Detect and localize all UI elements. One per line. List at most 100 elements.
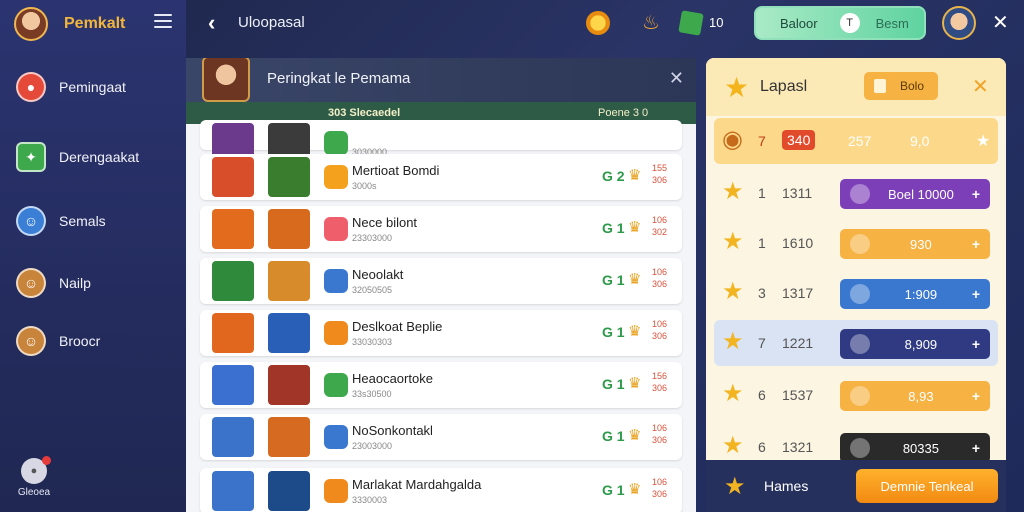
player-rank: G 1 bbox=[602, 220, 625, 236]
menu-icon[interactable] bbox=[154, 14, 172, 28]
notification-badge[interactable]: ● Gleoea bbox=[16, 456, 52, 498]
gem-count: 10 bbox=[709, 15, 724, 30]
game-icon bbox=[324, 479, 348, 503]
rewards-tab-label: Bolo bbox=[900, 79, 925, 93]
reward-pill[interactable]: 930 + bbox=[840, 229, 990, 259]
player-rank: G 1 bbox=[602, 482, 625, 498]
reward-row: ★ 1 1610 930 + bbox=[714, 220, 998, 266]
player-subtext: 3330003 bbox=[352, 495, 388, 505]
close-icon[interactable]: ✕ bbox=[669, 68, 684, 89]
sidebar-item-nailp[interactable]: ☺ Nailp bbox=[16, 268, 91, 298]
claim-button[interactable]: Demnie Tenkeal bbox=[856, 469, 998, 503]
leaderboard-row[interactable]: Mertioat Bomdi 3000s G 2 ♛ 155 306 bbox=[200, 154, 682, 200]
leaderboard-row[interactable]: Nece bilont 23303000 G 1 ♛ 106 302 bbox=[200, 206, 682, 252]
player-rank: G 2 bbox=[602, 168, 625, 184]
sidebar-item-label: Derengaakat bbox=[59, 149, 140, 165]
reward-pill[interactable]: 1:909 + bbox=[840, 279, 990, 309]
reward-score: 1317 bbox=[782, 285, 814, 301]
reward-label: 1:909 bbox=[904, 286, 938, 302]
plus-icon[interactable]: + bbox=[972, 286, 980, 302]
leaderboard-row[interactable]: Marlakat Mardahgalda 3330003 G 1 ♛ 106 306 bbox=[200, 468, 682, 512]
home-link[interactable]: Hames bbox=[764, 478, 808, 494]
character-avatar bbox=[268, 417, 310, 457]
reward-pill[interactable]: Boel 10000 + bbox=[840, 179, 990, 209]
points-bottom: 306 bbox=[652, 489, 668, 499]
reward-row: ★ 3 1317 1:909 + bbox=[714, 270, 998, 316]
points-bottom: 306 bbox=[652, 383, 668, 393]
sidebar-item-label: Broocr bbox=[59, 333, 101, 349]
coin-icon[interactable] bbox=[586, 11, 610, 35]
rewards-header: ★ Lapasl Bolo ✕ bbox=[706, 58, 1006, 116]
mode-toggle[interactable]: Baloor T Besm bbox=[754, 6, 926, 40]
reward-rank: 7 bbox=[758, 133, 766, 149]
plus-icon[interactable]: + bbox=[972, 388, 980, 404]
add-icon[interactable]: ★ bbox=[976, 131, 990, 151]
crown-icon: ♛ bbox=[628, 323, 642, 340]
reward-pill[interactable]: 8,909 + bbox=[840, 329, 990, 359]
back-arrow-icon[interactable]: ‹ bbox=[208, 10, 215, 36]
player-subtext: 23303000 bbox=[352, 233, 393, 243]
player-points: 106 302 bbox=[652, 214, 667, 238]
reward-score: 1311 bbox=[782, 185, 813, 201]
plus-icon[interactable]: + bbox=[972, 236, 980, 252]
page-title: Uloopasal bbox=[238, 14, 305, 31]
leaderboard-row[interactable]: 3030000 bbox=[200, 120, 682, 163]
player-rank: G 1 bbox=[602, 324, 625, 340]
crown-icon: ♛ bbox=[628, 481, 642, 498]
leaf-icon: ✦ bbox=[16, 142, 46, 172]
plus-icon[interactable]: + bbox=[972, 186, 980, 202]
leaderboard-row[interactable]: Neoolakt 32050505 G 1 ♛ 106 306 bbox=[200, 258, 682, 304]
player-avatar bbox=[212, 157, 254, 197]
star-icon: ★ bbox=[722, 432, 744, 459]
sidebar-item-pemingaat[interactable]: ● Pemingaat bbox=[16, 72, 126, 102]
crown-icon: ♛ bbox=[628, 167, 642, 184]
player-name: Deslkoat Beplie bbox=[352, 319, 443, 334]
rewards-title: Lapasl bbox=[760, 78, 808, 95]
points-top: 106 bbox=[652, 423, 668, 433]
reward-pill[interactable]: 80335 + bbox=[840, 433, 990, 463]
rewards-tab[interactable]: Bolo bbox=[864, 72, 938, 100]
flame-icon[interactable]: ♨ bbox=[642, 10, 664, 34]
close-icon[interactable]: ✕ bbox=[972, 74, 989, 99]
profile-avatar[interactable] bbox=[942, 6, 976, 40]
reward-row: ★ 6 1537 8,93 + bbox=[714, 372, 998, 418]
reward-score: 1610 bbox=[782, 235, 814, 251]
player-subtext: 33s30500 bbox=[352, 389, 392, 399]
reward-value: 9,0 bbox=[910, 133, 930, 149]
medal-icon: ◉ bbox=[722, 126, 743, 153]
player-avatar bbox=[212, 365, 254, 405]
character-avatar bbox=[268, 157, 310, 197]
reward-label: 8,93 bbox=[908, 388, 934, 404]
close-icon[interactable]: ✕ bbox=[992, 10, 1009, 35]
leaderboard-row[interactable]: NoSonkontakl 23003000 G 1 ♛ 106 306 bbox=[200, 414, 682, 460]
rewards-panel: ★ Lapasl Bolo ✕ ◉ 7 340 257 9,0 ★ ★ 1 1311 Boel 1… bbox=[706, 58, 1006, 512]
character-avatar bbox=[268, 365, 310, 405]
points-top: 106 bbox=[652, 267, 668, 277]
leaderboard-row[interactable]: Deslkoat Beplie 33030303 G 1 ♛ 106 306 bbox=[200, 310, 682, 356]
reward-icon bbox=[850, 234, 870, 254]
reward-icon bbox=[850, 184, 870, 204]
toggle-left-label: Baloor bbox=[780, 15, 818, 31]
plus-icon[interactable]: + bbox=[972, 440, 980, 456]
plus-icon[interactable]: + bbox=[972, 336, 980, 352]
reward-pill[interactable]: 8,93 + bbox=[840, 381, 990, 411]
game-icon bbox=[324, 373, 348, 397]
player-rank: G 1 bbox=[602, 376, 625, 392]
points-bottom: 306 bbox=[652, 279, 668, 289]
toggle-knob: T bbox=[839, 13, 860, 33]
sidebar-item-derengaakat[interactable]: ✦ Derengaakat bbox=[16, 142, 139, 172]
sidebar-item-label: Nailp bbox=[59, 275, 91, 291]
reward-row: ◉ 7 340 257 9,0 ★ bbox=[714, 118, 998, 164]
gem-icon[interactable] bbox=[678, 10, 704, 36]
points-top: 106 bbox=[652, 215, 668, 225]
player-name: NoSonkontakl bbox=[352, 423, 433, 438]
player-points: 156 306 bbox=[652, 370, 667, 394]
reward-row: ★ 1 1311 Boel 10000 + bbox=[714, 170, 998, 216]
bell-icon: ● bbox=[21, 456, 51, 484]
star-icon: ★ bbox=[722, 228, 744, 255]
sidebar-item-broocr[interactable]: ☺ Broocr bbox=[16, 326, 100, 356]
sidebar-item-semals[interactable]: ☺ Semals bbox=[16, 206, 106, 236]
player-avatar[interactable] bbox=[14, 7, 48, 41]
leaderboard-row[interactable]: Heaocaortoke 33s30500 G 1 ♛ 156 306 bbox=[200, 362, 682, 408]
points-bottom: 306 bbox=[652, 331, 668, 341]
